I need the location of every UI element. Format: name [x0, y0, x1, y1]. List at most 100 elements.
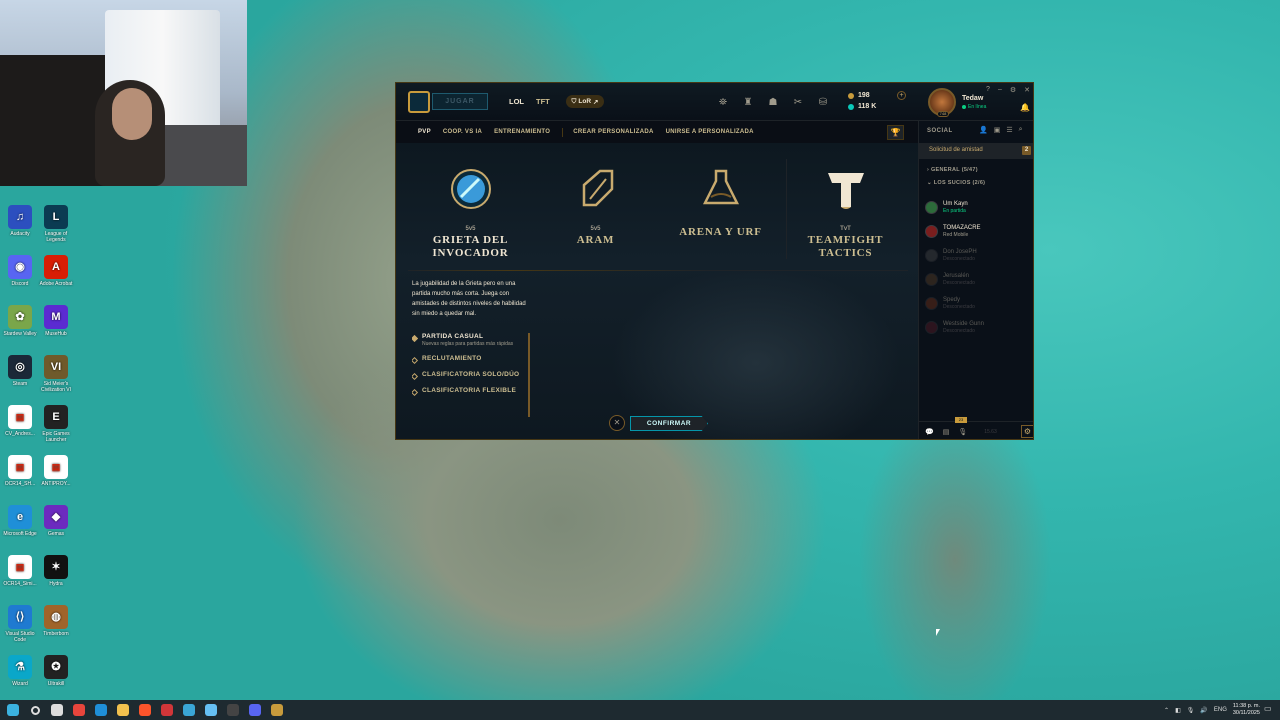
desktop-icon[interactable]: ▤ ANTIPROY... [36, 455, 76, 487]
queue-option[interactable]: PARTIDA CASUAL Nuevas reglas para partida… [412, 333, 528, 347]
network-icon[interactable]: ◧ [1175, 707, 1181, 714]
language-indicator[interactable]: ENG [1214, 707, 1227, 713]
nav-lor[interactable]: ⛉ LoR ↗ [566, 95, 604, 108]
group-sucios[interactable]: ⌄ LOS SUCIOS (2/6) [927, 180, 985, 186]
queue-option[interactable]: RECLUTAMIENTO [412, 355, 528, 365]
desktop-icon[interactable]: E Epic Games Launcher [36, 405, 76, 443]
taskbar-chrome-icon[interactable] [68, 700, 90, 720]
desktop-icon[interactable]: ◉ Discord [0, 255, 40, 287]
profile-icon[interactable]: ♜ [741, 95, 755, 109]
mode-arena-urf[interactable]: ARENA Y URF [658, 143, 783, 268]
store-icon[interactable]: ⛁ [816, 95, 830, 109]
tab-join-custom[interactable]: UNIRSE A PERSONALIZADA [666, 129, 754, 135]
friend-row[interactable]: Don JosePH Desconectado [925, 243, 1033, 267]
user-status-label: En línea [968, 104, 987, 110]
loot-icon[interactable]: ✂ [791, 95, 805, 109]
app-icon: ✪ [44, 655, 68, 679]
social-panel: SOCIAL 👤 ▣ ☰ ⌕ Solicitud de amistad 2 › … [918, 121, 1033, 439]
notifications-bell-icon[interactable]: 🔔 [1020, 103, 1030, 112]
taskbar-search-icon[interactable] [24, 700, 46, 720]
volume-icon[interactable]: 🔊 [1200, 707, 1207, 714]
taskbar-explorer-icon[interactable] [112, 700, 134, 720]
currency-display[interactable]: 198 118 K + [848, 90, 908, 112]
mode-tft[interactable]: TvT TEAMFIGHT TACTICS [783, 143, 908, 268]
friend-row[interactable]: Spedy Desconectado [925, 291, 1033, 315]
desktop-icon[interactable]: ♫ Audacity [0, 205, 40, 237]
tab-training[interactable]: ENTRENAMIENTO [494, 129, 550, 135]
username[interactable]: Tedaw [962, 95, 983, 102]
queue-option[interactable]: CLASIFICATORIA SOLO/DÚO [412, 371, 528, 381]
desktop-icon-label: Steam [12, 381, 28, 387]
clock[interactable]: 11:38 p. m. 30/11/2025 [1233, 703, 1260, 717]
taskbar-riot-icon[interactable] [156, 700, 178, 720]
missions-icon[interactable]: ⛯ [716, 95, 730, 109]
taskbar-league-icon[interactable] [266, 700, 288, 720]
chevron-up-icon[interactable]: ⌃ [1164, 707, 1169, 714]
mode-summoners-rift[interactable]: 5v5 GRIETA DEL INVOCADOR [408, 143, 533, 268]
tab-create-custom[interactable]: CREAR PERSONALIZADA [573, 129, 653, 135]
game-modes: 5v5 GRIETA DEL INVOCADOR 5v5 ARAM ARENA … [408, 143, 908, 268]
desktop-icon[interactable]: ✶ Hydra [36, 555, 76, 587]
settings-icon[interactable]: ⚙ [1010, 86, 1016, 94]
tab-coop[interactable]: COOP. VS IA [443, 129, 482, 135]
search-icon[interactable]: ⌕ [1019, 126, 1023, 134]
social-settings-icon[interactable]: ⚙ [1021, 425, 1033, 438]
desktop-icon[interactable]: VI Sid Meier's Civilization VI [36, 355, 76, 393]
desktop-icon[interactable]: ✪ Ultrakill [36, 655, 76, 687]
voice-icon[interactable]: 🎙 [958, 428, 967, 436]
taskbar-discord-icon[interactable] [244, 700, 266, 720]
friend-request-row[interactable]: Solicitud de amistad 2 [919, 143, 1033, 159]
trophy-icon[interactable]: 🏆 [887, 125, 904, 140]
friend-row[interactable]: Um Kayn En partida [925, 195, 1033, 219]
tab-pvp[interactable]: PVP [418, 129, 431, 135]
list-icon[interactable]: ☰ [1006, 126, 1012, 134]
desktop-icon[interactable]: M MuseHub [36, 305, 76, 337]
taskbar-steam-icon[interactable] [200, 700, 222, 720]
social-actions: 👤 ▣ ☰ ⌕ [979, 126, 1023, 134]
friend-row[interactable]: TOMAZACRE Red Mobile [925, 219, 1033, 243]
desktop-icon[interactable]: ◆ Gemas [36, 505, 76, 537]
chat-icon[interactable]: 💬 [925, 428, 934, 436]
add-folder-icon[interactable]: ▣ [994, 126, 1001, 134]
desktop-icon[interactable]: ⟨⟩ Visual Studio Code [0, 605, 40, 643]
friend-status: Desconectado [943, 327, 975, 334]
confirm-button[interactable]: CONFIRMAR [630, 416, 708, 431]
desktop-icon[interactable]: e Microsoft Edge [0, 505, 40, 537]
play-button[interactable]: JUGAR [432, 93, 488, 110]
queue-option[interactable]: CLASIFICATORIA FLEXIBLE [412, 387, 528, 397]
friend-row[interactable]: Jerusalén Desconectado [925, 267, 1033, 291]
taskbar-obs-icon[interactable] [222, 700, 244, 720]
taskbar-task-view-icon[interactable] [46, 700, 68, 720]
desktop-icon[interactable]: ▤ OCR14_SH... [0, 455, 40, 487]
group-general[interactable]: › GENERAL (5/47) [927, 167, 978, 173]
friend-row[interactable]: Westside Gunn Desconectado [925, 315, 1033, 339]
desktop-icon[interactable]: A Adobe Acrobat [36, 255, 76, 287]
taskbar-start-icon[interactable] [2, 700, 24, 720]
desktop-icon[interactable]: ▤ CV_Andres... [0, 405, 40, 437]
desktop-icon[interactable]: L League of Legends [36, 205, 76, 243]
minimize-icon[interactable]: – [998, 86, 1002, 94]
close-lobby-button[interactable]: ✕ [609, 415, 625, 431]
notification-center-icon[interactable]: ▭ [1264, 704, 1276, 716]
add-friend-icon[interactable]: 👤 [979, 126, 988, 134]
desktop-icon[interactable]: ◎ Steam [0, 355, 40, 387]
desktop-icon[interactable]: ✿ Stardew Valley [0, 305, 40, 337]
mode-aram[interactable]: 5v5 ARAM [533, 143, 658, 268]
collection-icon[interactable]: ☗ [766, 95, 780, 109]
mission-log-icon[interactable]: ▤ [943, 428, 950, 436]
taskbar-edge-icon[interactable] [90, 700, 112, 720]
nav-lol[interactable]: LOL [509, 97, 524, 106]
taskbar-brave-icon[interactable] [134, 700, 156, 720]
desktop-icon[interactable]: ◍ Timberborn [36, 605, 76, 637]
mic-icon[interactable]: 🎙 [1187, 707, 1195, 714]
help-icon[interactable]: ? [986, 86, 990, 94]
desktop-icon-label: Gemas [47, 531, 65, 537]
taskbar-files-icon[interactable] [178, 700, 200, 720]
nav-tft[interactable]: TFT [536, 97, 550, 106]
buy-rp-button[interactable]: + [897, 91, 906, 100]
league-logo-icon[interactable] [408, 91, 430, 113]
user-status[interactable]: En línea [962, 104, 986, 110]
close-icon[interactable]: ✕ [1024, 86, 1030, 94]
desktop-icon[interactable]: ⚗ Wizard [0, 655, 40, 687]
desktop-icon[interactable]: ▤ OCR14_Simi... [0, 555, 40, 587]
